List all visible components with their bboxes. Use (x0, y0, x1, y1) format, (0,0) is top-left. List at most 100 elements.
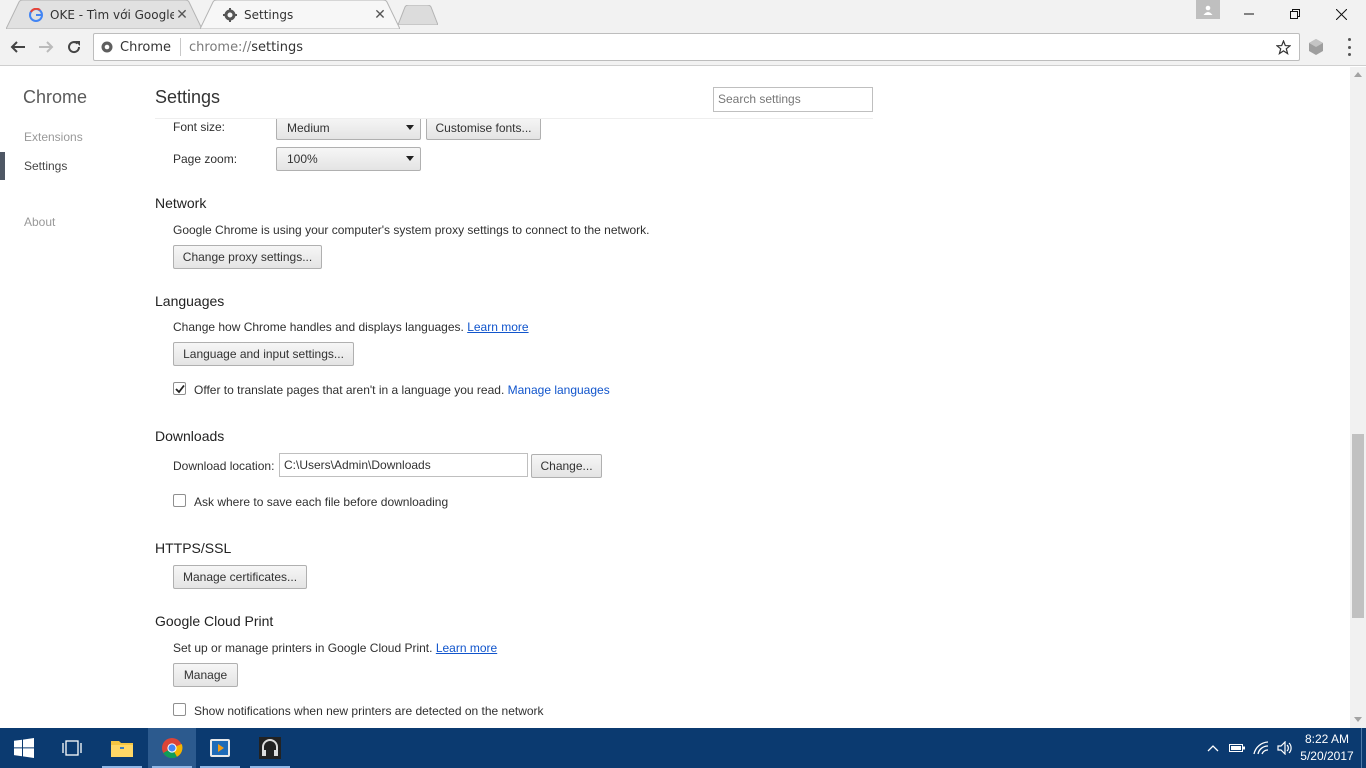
arrow-left-icon (10, 41, 25, 53)
extension-icon[interactable] (1307, 38, 1325, 56)
languages-description: Change how Chrome handles and displays l… (173, 320, 464, 334)
download-location-field[interactable]: C:\Users\Admin\Downloads (279, 453, 528, 477)
close-icon[interactable]: ✕ (372, 7, 388, 23)
tab-title: Settings (244, 7, 294, 22)
change-download-location-button[interactable]: Change... (531, 454, 602, 478)
printer-notifications-checkbox[interactable] (173, 703, 186, 716)
font-size-select[interactable]: Medium (276, 116, 421, 140)
https-section-title: HTTPS/SSL (155, 540, 232, 556)
vertical-scrollbar[interactable] (1350, 67, 1366, 728)
sidebar-item-extensions[interactable]: Extensions (24, 130, 83, 144)
translate-row: Offer to translate pages that aren't in … (194, 383, 610, 397)
scroll-up-icon[interactable] (1354, 72, 1362, 77)
manage-languages-link[interactable]: Manage languages (508, 383, 610, 397)
volume-icon[interactable] (1277, 740, 1293, 756)
manage-certificates-button[interactable]: Manage certificates... (173, 565, 307, 589)
translate-checkbox[interactable] (173, 382, 186, 395)
scroll-down-icon[interactable] (1354, 717, 1362, 722)
chrome-icon (162, 738, 183, 759)
ask-download-checkbox[interactable] (173, 494, 186, 507)
tab-google-search[interactable]: OKE - Tìm với Google ✕ (6, 0, 202, 29)
cloud-print-description: Set up or manage printers in Google Clou… (173, 641, 433, 655)
customise-fonts-button[interactable]: Customise fonts... (426, 116, 541, 140)
tab-strip: OKE - Tìm với Google ✕ Settings ✕ (0, 0, 1366, 29)
show-desktop-button[interactable] (1361, 728, 1366, 768)
media-player-button[interactable] (196, 728, 244, 768)
clock-time: 8:22 AM (1304, 732, 1350, 746)
url-text[interactable]: chrome://settings (181, 40, 303, 55)
settings-page: Chrome Extensions Settings About Font si… (0, 67, 1350, 728)
folder-icon (111, 741, 133, 757)
address-bar[interactable]: Chrome chrome://settings (93, 33, 1300, 61)
settings-header: Settings Search settings (155, 67, 873, 119)
chevron-down-icon (406, 156, 414, 161)
new-tab-button[interactable] (398, 5, 438, 25)
headphones-app-icon (259, 737, 281, 759)
gear-icon (222, 7, 238, 23)
chrome-taskbar-button[interactable] (148, 728, 196, 768)
menu-kebab-icon[interactable] (1344, 38, 1354, 56)
change-proxy-button[interactable]: Change proxy settings... (173, 245, 322, 269)
chevron-up-icon[interactable] (1205, 740, 1221, 756)
omnibox-chip-label: Chrome (120, 39, 171, 55)
sidebar-item-about[interactable]: About (24, 215, 55, 229)
toolbar: Chrome chrome://settings (0, 29, 1366, 66)
sidebar: Chrome Extensions Settings About (0, 67, 140, 728)
translate-label: Offer to translate pages that aren't in … (194, 383, 505, 397)
start-button[interactable] (0, 728, 48, 768)
cloud-print-section-title: Google Cloud Print (155, 613, 274, 629)
chevron-down-icon (406, 125, 414, 130)
google-g-icon (28, 7, 44, 23)
back-button[interactable] (5, 35, 31, 59)
search-input[interactable]: Search settings (713, 87, 873, 112)
file-explorer-button[interactable] (98, 728, 146, 768)
forward-button[interactable] (33, 35, 59, 59)
languages-section-title: Languages (155, 293, 225, 309)
battery-icon[interactable] (1229, 740, 1245, 756)
cloud-print-learn-more-link[interactable]: Learn more (436, 641, 497, 655)
close-window-button[interactable] (1318, 0, 1364, 28)
page-zoom-label: Page zoom: (173, 152, 238, 166)
arrow-right-icon (39, 41, 54, 53)
language-input-settings-button[interactable]: Language and input settings... (173, 342, 354, 366)
languages-description-row: Change how Chrome handles and displays l… (173, 320, 529, 334)
active-indicator (0, 152, 5, 180)
page-zoom-value: 100% (287, 152, 318, 166)
clock-date: 5/20/2017 (1300, 749, 1354, 763)
font-size-label: Font size: (173, 120, 226, 134)
network-section-title: Network (155, 195, 207, 211)
wifi-icon[interactable] (1253, 740, 1269, 756)
system-clock[interactable]: 8:22 AM 5/20/2017 (1296, 731, 1358, 765)
manage-printers-button[interactable]: Manage (173, 663, 238, 687)
printer-notifications-label: Show notifications when new printers are… (194, 704, 544, 718)
headphones-app-button[interactable] (246, 728, 294, 768)
languages-learn-more-link[interactable]: Learn more (467, 320, 528, 334)
sidebar-item-settings[interactable]: Settings (24, 159, 67, 173)
tab-title: OKE - Tìm với Google (50, 7, 174, 22)
checkmark-icon (174, 384, 185, 393)
cloud-print-description-row: Set up or manage printers in Google Clou… (173, 641, 497, 655)
scrollbar-thumb[interactable] (1352, 434, 1364, 618)
taskbar: 8:22 AM 5/20/2017 (0, 728, 1366, 768)
download-location-label: Download location: (173, 459, 275, 473)
chrome-page-icon (101, 41, 113, 53)
minimize-button[interactable] (1226, 0, 1272, 28)
task-view-icon (62, 740, 82, 756)
security-chip[interactable]: Chrome (94, 38, 181, 56)
page-zoom-select[interactable]: 100% (276, 147, 421, 171)
page-title: Settings (155, 87, 221, 107)
reload-button[interactable] (61, 35, 87, 59)
restore-button[interactable] (1272, 0, 1318, 28)
font-size-value: Medium (287, 121, 330, 135)
media-player-icon (210, 739, 230, 757)
sidebar-title: Chrome (23, 87, 88, 107)
tab-settings[interactable]: Settings ✕ (200, 0, 400, 29)
star-icon[interactable] (1276, 40, 1291, 55)
ask-download-label: Ask where to save each file before downl… (194, 495, 449, 509)
profile-icon[interactable] (1196, 0, 1220, 19)
task-view-button[interactable] (48, 728, 96, 768)
reload-icon (68, 41, 81, 54)
network-description: Google Chrome is using your computer's s… (173, 223, 650, 237)
close-icon[interactable]: ✕ (174, 7, 190, 23)
downloads-section-title: Downloads (155, 428, 225, 444)
